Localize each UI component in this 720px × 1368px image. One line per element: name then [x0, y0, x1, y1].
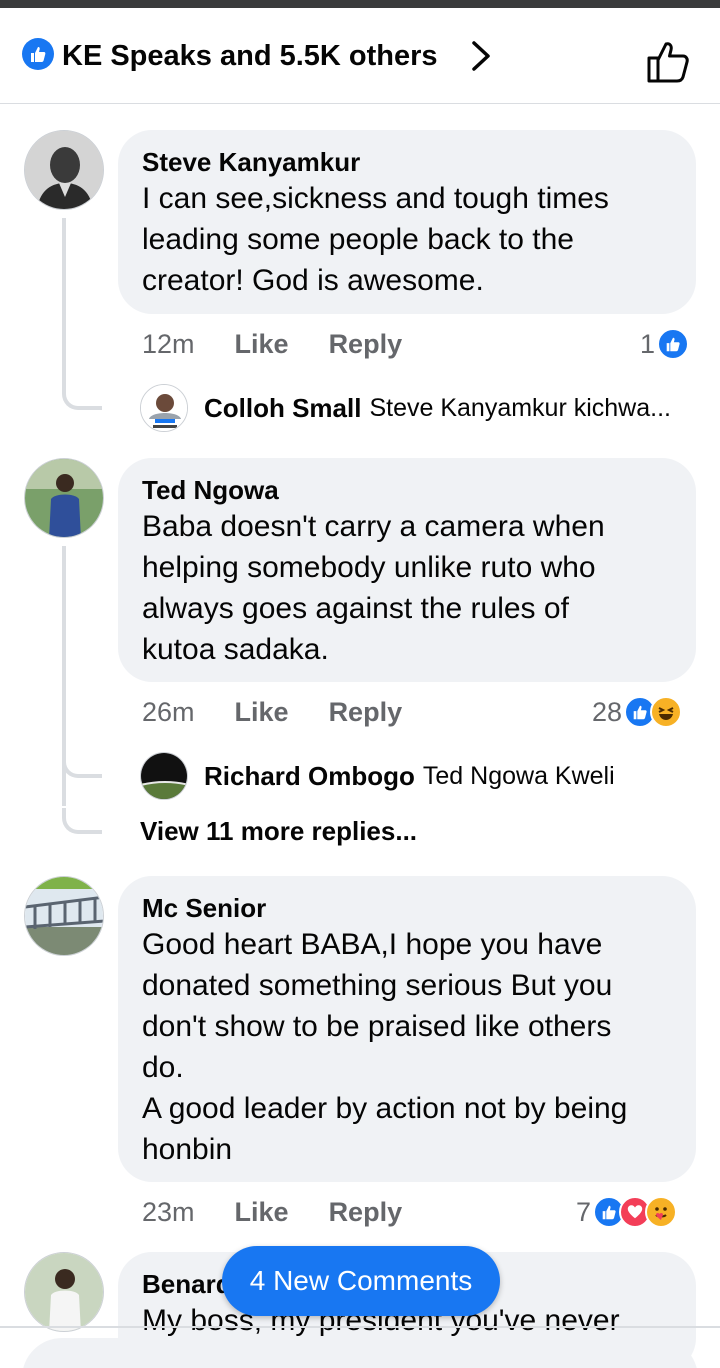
comment-author[interactable]: Ted Ngowa [142, 474, 672, 506]
comment-time: 12m [142, 328, 195, 359]
avatar[interactable] [24, 1252, 104, 1332]
like-button[interactable]: Like [235, 1197, 289, 1228]
reaction-count: 28 [592, 696, 623, 727]
reactions-header[interactable]: KE Speaks and 5.5K others [0, 8, 720, 104]
comments-sheet: KE Speaks and 5.5K others Steve Kanyamku… [0, 8, 720, 1368]
status-bar-strip [0, 0, 720, 8]
reply-preview[interactable]: Colloh Small Steve Kanyamkur kichwa... [140, 384, 671, 432]
reply-author[interactable]: Richard Ombogo [204, 761, 415, 792]
comment-composer[interactable] [22, 1338, 698, 1368]
new-comments-button[interactable]: 4 New Comments [222, 1246, 500, 1316]
reply-text: Ted Ngowa Kweli [422, 761, 615, 790]
comment-actions: 26m Like Reply [142, 694, 402, 730]
avatar[interactable] [24, 876, 104, 956]
comment-actions: 12m Like Reply [142, 326, 402, 362]
reply-button[interactable]: Reply [329, 329, 403, 360]
reply-text: Steve Kanyamkur kichwa... [369, 393, 671, 422]
reply-preview[interactable]: Richard Ombogo Ted Ngowa Kweli [140, 752, 615, 800]
reactions-summary[interactable]: KE Speaks and 5.5K others [62, 38, 438, 74]
reaction-summary[interactable]: 7 [576, 1194, 678, 1230]
comment-author[interactable]: Mc Senior [142, 892, 672, 924]
comment-time: 26m [142, 696, 195, 727]
thumbs-up-outline-icon[interactable] [644, 38, 692, 84]
comment-actions: 23m Like Reply [142, 1194, 402, 1230]
comment-author[interactable]: Steve Kanyamkur [142, 146, 672, 178]
comment-time: 23m [142, 1196, 195, 1227]
comment-text: Baba doesn't carry a camera when helping… [142, 510, 605, 666]
thread-line [62, 218, 66, 388]
reaction-count: 1 [640, 328, 656, 359]
avatar[interactable] [140, 384, 188, 432]
reaction-count: 7 [576, 1196, 592, 1227]
avatar[interactable] [24, 458, 104, 538]
haha-reaction-icon [650, 696, 683, 728]
reply-button[interactable]: Reply [329, 697, 403, 728]
reaction-summary[interactable]: 1 [640, 326, 690, 362]
comment-bubble[interactable]: Steve Kanyamkur I can see,sickness and t… [118, 130, 696, 314]
reaction-summary[interactable]: 28 [592, 694, 683, 730]
care-reaction-icon [645, 1196, 678, 1228]
composer-divider [0, 1326, 720, 1328]
avatar[interactable] [24, 130, 104, 210]
like-button[interactable]: Like [235, 697, 289, 728]
thread-connector [62, 808, 102, 834]
like-reaction-icon [22, 38, 54, 70]
like-button[interactable]: Like [235, 329, 289, 360]
reply-author[interactable]: Colloh Small [204, 393, 361, 424]
comment-text: I can see,sickness and tough times leadi… [142, 182, 609, 297]
reply-button[interactable]: Reply [329, 1197, 403, 1228]
comment-bubble[interactable]: Mc Senior Good heart BABA,I hope you hav… [118, 876, 696, 1182]
thread-connector [62, 384, 102, 410]
comment-bubble[interactable]: Ted Ngowa Baba doesn't carry a camera wh… [118, 458, 696, 682]
thread-connector [62, 752, 102, 778]
view-more-replies-link[interactable]: View 11 more replies... [140, 816, 417, 847]
avatar[interactable] [140, 752, 188, 800]
like-reaction-icon [657, 328, 690, 360]
chevron-right-icon[interactable] [468, 40, 494, 72]
comment-text: Good heart BABA,I hope you have donated … [142, 928, 628, 1166]
